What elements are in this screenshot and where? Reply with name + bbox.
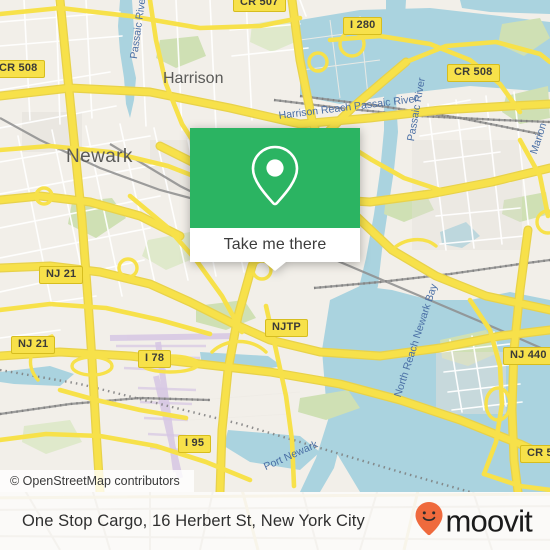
shield-nj-21-south: NJ 21 bbox=[11, 336, 56, 354]
moovit-wordmark: moovit bbox=[445, 503, 532, 539]
shield-i-78: I 78 bbox=[138, 350, 172, 368]
shield-cr-507: CR 507 bbox=[233, 0, 286, 12]
shield-nj-440: NJ 440 bbox=[503, 347, 550, 365]
shield-cr-508-west: CR 508 bbox=[0, 60, 45, 78]
shield-i-95: I 95 bbox=[178, 435, 212, 453]
map-pin-icon bbox=[249, 143, 301, 214]
poi-card-footer[interactable]: Take me there bbox=[190, 228, 360, 271]
poi-card-pointer bbox=[264, 262, 286, 271]
shield-nj-21-north: NJ 21 bbox=[39, 266, 84, 284]
map-canvas[interactable]: .water { fill:#aad3df; } .park { fill:#c… bbox=[0, 0, 550, 492]
osm-attribution[interactable]: © OpenStreetMap contributors bbox=[0, 470, 194, 492]
moovit-logo[interactable]: moovit bbox=[414, 501, 533, 542]
moovit-pin-icon bbox=[414, 501, 444, 542]
poi-popup-card[interactable]: Take me there bbox=[190, 128, 360, 271]
take-me-there-label: Take me there bbox=[223, 236, 327, 253]
osm-attribution-text: © OpenStreetMap contributors bbox=[10, 474, 180, 488]
location-title: One Stop Cargo, 16 Herbert St, New York … bbox=[22, 511, 365, 530]
shield-i-280: I 280 bbox=[343, 17, 383, 35]
poi-card-header bbox=[190, 128, 360, 228]
shield-cr-508-north: CR 508 bbox=[447, 64, 500, 82]
shield-njtp: NJTP bbox=[265, 319, 308, 337]
shield-cr-508-east: CR 508 bbox=[520, 445, 550, 463]
footer-bar: One Stop Cargo, 16 Herbert St, New York … bbox=[0, 492, 550, 550]
